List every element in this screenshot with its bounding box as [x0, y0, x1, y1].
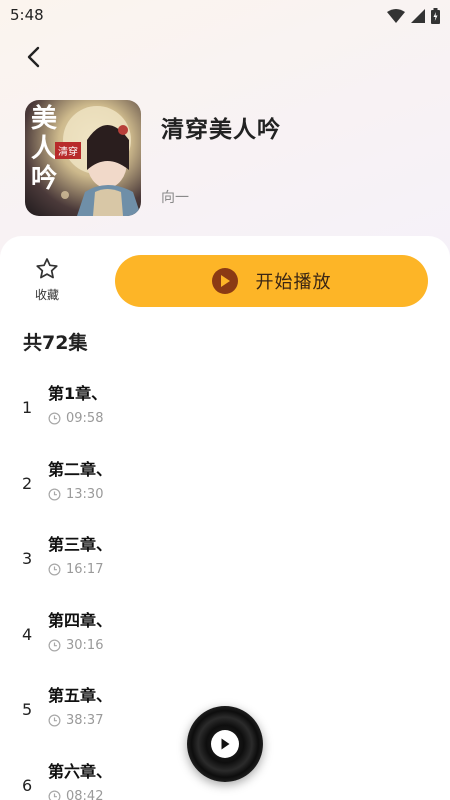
wifi-icon — [387, 9, 405, 23]
episode-meta: 08:42 — [48, 789, 103, 800]
episode-number: 2 — [22, 473, 33, 493]
signal-icon — [411, 9, 425, 23]
status-icons — [387, 8, 440, 24]
list-item[interactable]: 4 第四章、 30:16 — [0, 599, 450, 675]
episode-duration: 13:30 — [66, 486, 104, 502]
episode-number: 6 — [22, 775, 33, 795]
episode-duration: 08:42 — [66, 788, 104, 800]
episode-title: 第三章、 — [48, 535, 113, 555]
episode-number: 1 — [22, 398, 33, 417]
episode-number: 5 — [22, 700, 33, 720]
episode-title: 第1章、 — [48, 384, 108, 403]
episode-count: 共72集 — [23, 332, 88, 354]
clock-icon — [48, 790, 61, 800]
episode-duration: 09:58 — [66, 411, 104, 426]
episode-meta: 38:37 — [48, 713, 103, 728]
favorite-label: 收藏 — [34, 288, 59, 302]
book-author: 向一 — [161, 190, 189, 206]
episode-title: 第四章、 — [48, 610, 113, 630]
back-button[interactable] — [16, 40, 50, 74]
back-arrow-icon — [27, 46, 40, 68]
status-time: 5:48 — [10, 6, 44, 24]
episode-title: 第五章、 — [48, 686, 113, 706]
clock-icon — [48, 488, 61, 501]
episode-title: 第六章、 — [48, 761, 113, 781]
list-item[interactable]: 1 第1章、 09:58 — [0, 372, 450, 448]
episode-number: 4 — [22, 624, 33, 644]
status-bar: 5:48 — [0, 0, 450, 32]
episode-meta: 16:17 — [48, 562, 103, 577]
clock-icon — [48, 412, 61, 425]
list-item[interactable]: 3 第三章、 16:17 — [0, 523, 450, 599]
play-icon — [211, 730, 239, 758]
episode-meta: 09:58 — [48, 411, 103, 426]
clock-icon — [48, 563, 61, 576]
clock-icon — [48, 714, 61, 727]
list-item[interactable]: 2 第二章、 13:30 — [0, 448, 450, 524]
book-cover: 美人吟 清穿 — [25, 100, 141, 216]
episode-meta: 30:16 — [48, 638, 103, 653]
start-play-button[interactable]: 开始播放 — [115, 255, 428, 307]
episode-duration: 38:37 — [66, 713, 104, 729]
clock-icon — [48, 639, 61, 652]
episode-title: 第二章、 — [48, 459, 113, 479]
start-play-label: 开始播放 — [255, 272, 332, 293]
mini-player-button[interactable] — [187, 706, 263, 782]
favorite-button[interactable]: 收藏 — [22, 256, 72, 310]
battery-icon — [431, 8, 440, 24]
episode-duration: 30:16 — [66, 637, 104, 653]
episode-duration: 16:17 — [66, 562, 104, 578]
play-circle-icon — [211, 268, 238, 294]
cover-seal: 清穿 — [55, 142, 81, 159]
episode-meta: 13:30 — [48, 487, 103, 502]
episode-number: 3 — [22, 549, 33, 569]
star-icon — [36, 258, 58, 279]
book-title: 清穿美人吟 — [161, 117, 281, 143]
